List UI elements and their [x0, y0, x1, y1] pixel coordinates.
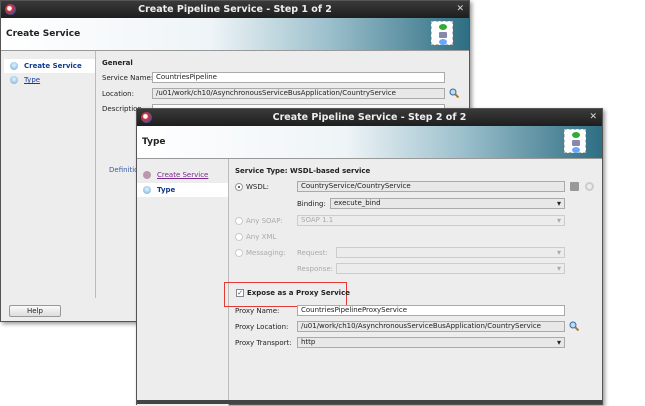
- step1-header-title: Create Service: [6, 29, 81, 39]
- nav-label: Type: [157, 186, 176, 194]
- any-xml-radio[interactable]: [235, 233, 243, 241]
- service-name-input[interactable]: CountriesPipeline: [152, 72, 445, 83]
- step2-title: Create Pipeline Service - Step 2 of 2: [272, 112, 467, 123]
- service-type-heading: Service Type: WSDL-based service: [235, 167, 371, 175]
- close-icon[interactable]: ✕: [589, 109, 597, 126]
- help-button[interactable]: Help: [9, 305, 61, 317]
- step2-dialog: Create Pipeline Service - Step 2 of 2 ✕ …: [136, 108, 603, 406]
- section-general: General: [102, 59, 133, 67]
- proxy-location-input[interactable]: /u01/work/ch10/AsynchronousServiceBusApp…: [297, 321, 565, 332]
- request-select[interactable]: [336, 247, 565, 258]
- response-label: Response:: [297, 265, 333, 273]
- step1-nav: Create Service Type: [4, 51, 96, 298]
- wsdl-label: WSDL:: [246, 183, 270, 191]
- proxy-location-label: Proxy Location:: [235, 323, 289, 331]
- step-icon: [10, 76, 18, 84]
- nav-type[interactable]: Type: [137, 183, 228, 197]
- any-soap-radio[interactable]: [235, 217, 243, 225]
- expose-label: Expose as a Proxy Service: [247, 289, 350, 297]
- app-logo-icon: [141, 112, 152, 123]
- pipeline-icon: [564, 129, 586, 153]
- nav-create-service[interactable]: Create Service: [4, 59, 95, 73]
- step2-titlebar[interactable]: Create Pipeline Service - Step 2 of 2 ✕: [137, 109, 602, 126]
- location-input[interactable]: /u01/work/ch10/AsynchronousServiceBusApp…: [152, 88, 445, 99]
- step-icon: [143, 186, 151, 194]
- request-label: Request:: [297, 249, 328, 257]
- any-soap-label: Any SOAP:: [246, 217, 283, 225]
- any-xml-label: Any XML: [246, 233, 277, 241]
- pipeline-icon: [431, 21, 453, 45]
- nav-create-service[interactable]: Create Service: [137, 168, 228, 182]
- binding-select[interactable]: execute_bind: [330, 198, 565, 209]
- expose-checkbox[interactable]: ✓: [236, 289, 244, 297]
- step2-header: Type: [137, 126, 602, 159]
- step2-header-title: Type: [142, 137, 166, 147]
- step1-titlebar[interactable]: Create Pipeline Service - Step 1 of 2 ✕: [1, 1, 469, 18]
- messaging-radio[interactable]: [235, 249, 243, 257]
- close-icon[interactable]: ✕: [456, 1, 464, 18]
- step-icon: [143, 171, 151, 179]
- proxy-name-label: Proxy Name:: [235, 307, 280, 315]
- step1-header: Create Service: [1, 18, 469, 51]
- step1-title: Create Pipeline Service - Step 1 of 2: [138, 4, 332, 15]
- any-soap-select[interactable]: SOAP 1.1: [297, 215, 565, 226]
- response-select[interactable]: [336, 263, 565, 274]
- nav-label: Type: [24, 76, 41, 84]
- proxy-name-input[interactable]: CountriesPipelineProxyService: [297, 305, 565, 316]
- browse-wsdl-icon[interactable]: [570, 182, 579, 191]
- proxy-transport-label: Proxy Transport:: [235, 339, 292, 347]
- nav-label: Create Service: [24, 62, 82, 70]
- messaging-label: Messaging:: [246, 249, 286, 257]
- binding-label: Binding:: [297, 200, 326, 208]
- wsdl-input[interactable]: CountryService/CountryService: [297, 181, 565, 192]
- app-logo-icon: [5, 4, 16, 15]
- nav-type[interactable]: Type: [4, 73, 95, 87]
- location-label: Location:: [102, 90, 134, 98]
- proxy-transport-select[interactable]: http: [297, 337, 565, 348]
- search-icon[interactable]: [569, 321, 579, 331]
- definition-label: Definitio: [109, 166, 139, 174]
- wsdl-radio[interactable]: [235, 183, 243, 191]
- step-icon: [10, 62, 18, 70]
- nav-label: Create Service: [157, 171, 209, 179]
- search-icon[interactable]: [449, 88, 459, 98]
- dialog-bottom-edge: [137, 400, 602, 404]
- settings-icon[interactable]: [585, 182, 594, 191]
- service-name-label: Service Name:: [102, 74, 154, 82]
- step2-nav: Create Service Type: [137, 159, 229, 406]
